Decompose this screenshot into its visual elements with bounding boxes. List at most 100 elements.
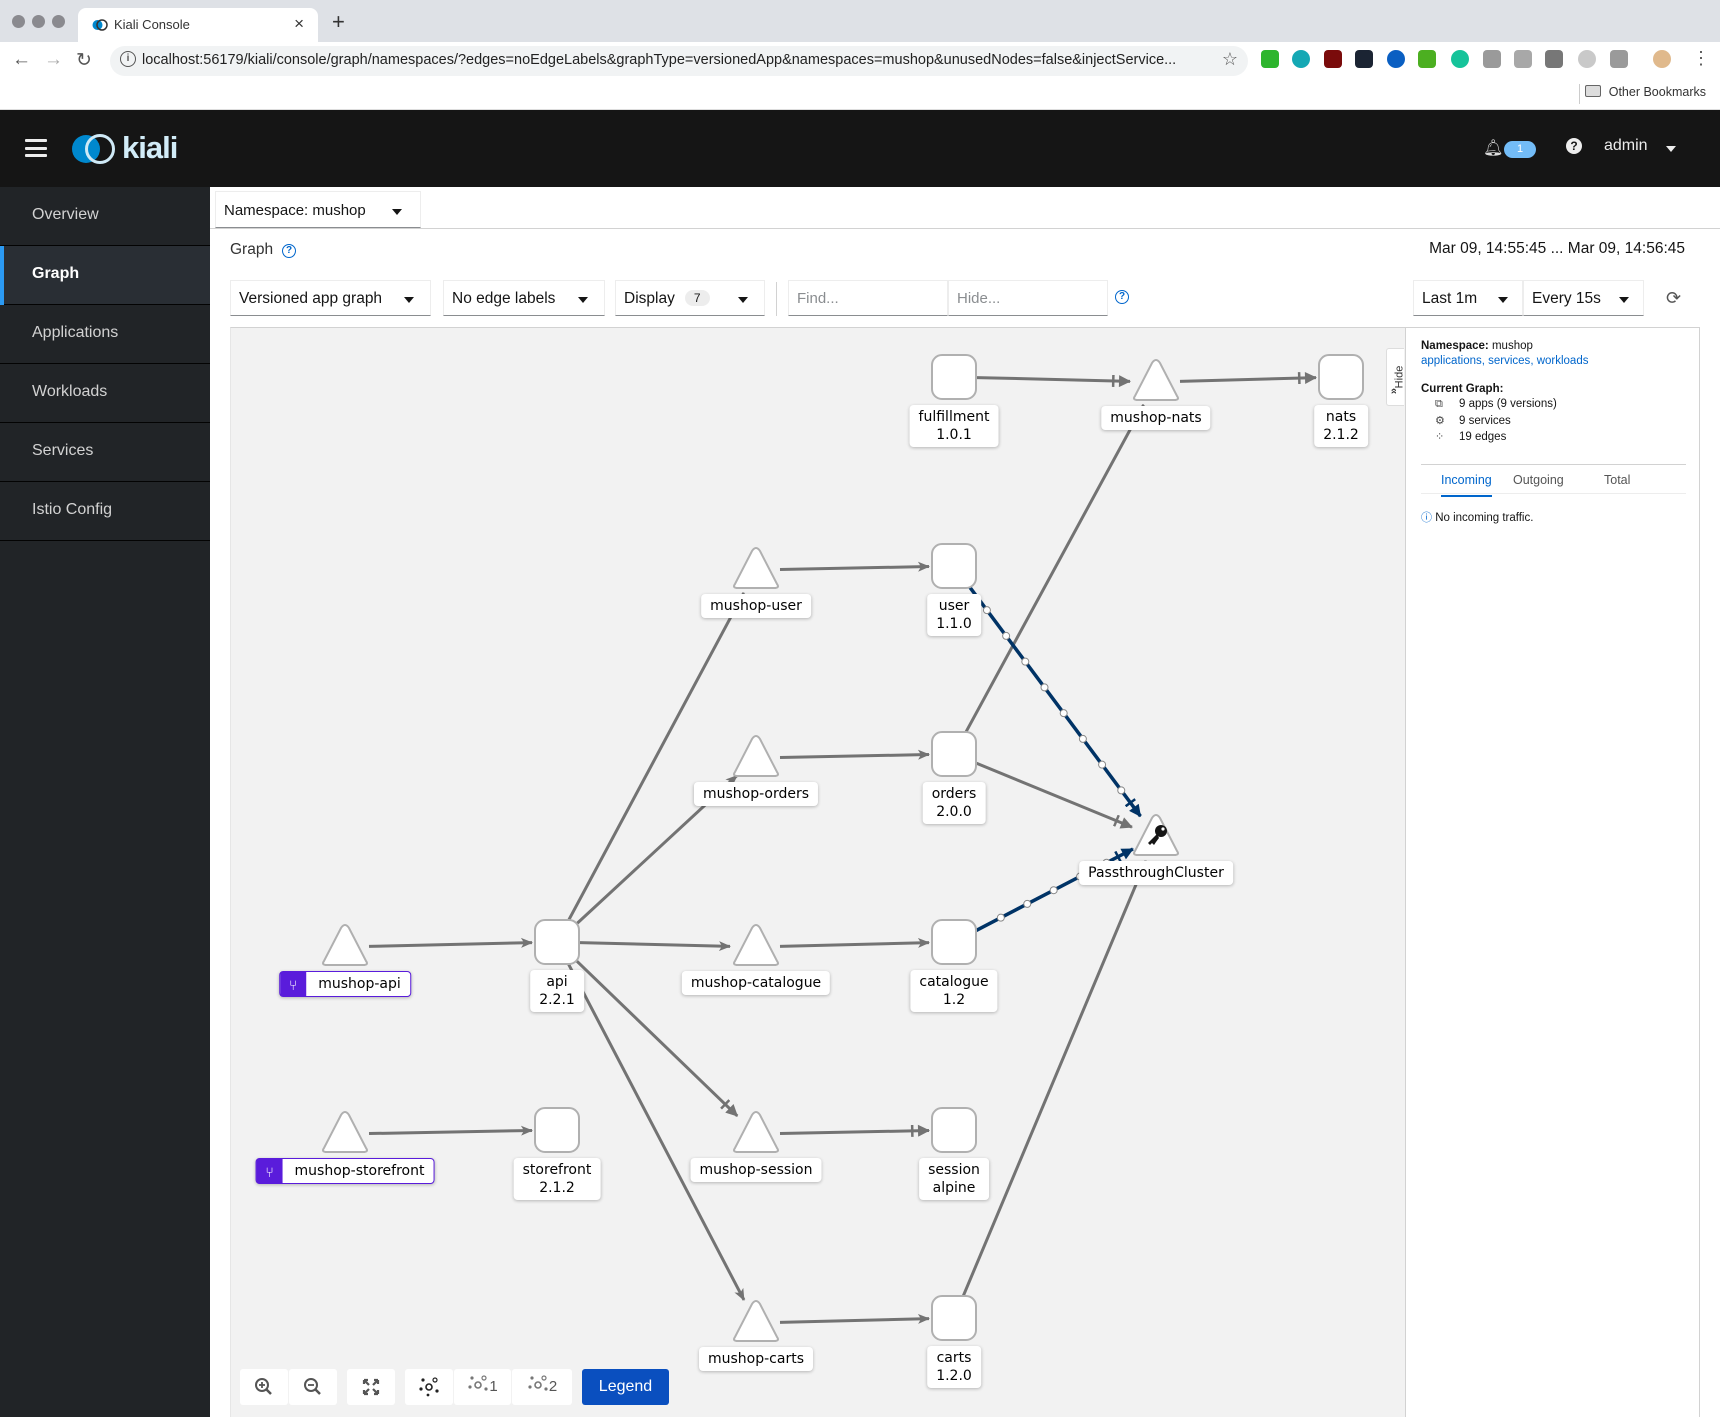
user-menu[interactable]: admin [1604,137,1648,155]
graph-edge[interactable] [579,941,732,952]
node-label[interactable]: mushop-user [701,594,811,618]
profile-avatar[interactable] [1653,50,1671,68]
browser-extension-icon[interactable] [1418,50,1436,68]
hide-panel-toggle[interactable]: Hide » [1386,348,1405,406]
browser-extension-icon[interactable] [1324,50,1342,68]
window-minimize-button[interactable] [32,15,45,28]
browser-extension-icon[interactable] [1451,50,1469,68]
other-bookmarks-button[interactable]: Other Bookmarks [1584,85,1706,99]
refresh-icon[interactable]: ⟳ [1666,288,1681,309]
browser-menu-icon[interactable]: ⋮ [1692,48,1710,69]
graph-canvas[interactable]: fulfillment 1.0.1 mushop-nats nats 2.1.2 mush… [230,327,1405,1417]
service-node[interactable] [1133,359,1179,401]
forward-icon[interactable]: → [44,49,63,71]
graph-edge[interactable] [779,749,931,760]
tab-outgoing[interactable]: Outgoing [1513,473,1564,487]
back-icon[interactable]: ← [12,49,31,71]
help-icon[interactable]: ? [1566,138,1582,154]
layout-1-button[interactable]: 1 [454,1369,511,1405]
display-dropdown[interactable]: Display 7 [615,280,765,316]
browser-extension-icon[interactable] [1483,50,1501,68]
graph-help-icon[interactable]: ? [282,244,296,258]
bookmark-star-icon[interactable]: ☆ [1222,49,1238,70]
find-input[interactable]: Find... [788,280,948,316]
node-label[interactable]: mushop-session [690,1158,822,1182]
browser-extension-icon[interactable] [1387,50,1405,68]
tab-close-icon[interactable]: × [294,14,304,34]
app-node[interactable] [931,731,977,777]
sidebar-item-istio-config[interactable]: Istio Config [0,482,210,541]
browser-tab[interactable]: Kiali Console × [78,8,318,42]
node-label[interactable]: fulfillment 1.0.1 [909,405,999,447]
service-node[interactable] [733,735,779,777]
notification-badge[interactable]: 1 [1504,141,1536,158]
graph-edge[interactable] [963,403,1145,735]
workloads-link[interactable]: workloads [1537,355,1589,367]
browser-extension-icon[interactable] [1292,50,1310,68]
app-node[interactable] [931,919,977,965]
browser-extension-icon[interactable] [1610,50,1628,68]
fit-to-screen-button[interactable] [347,1369,395,1405]
sidebar-item-services[interactable]: Services [0,423,210,482]
node-label[interactable]: api 2.2.1 [530,970,584,1012]
tab-total[interactable]: Total [1604,473,1630,487]
app-node[interactable] [931,543,977,589]
graph-edge[interactable] [779,1124,931,1137]
graph-edge[interactable] [976,374,1132,388]
app-node[interactable] [534,1107,580,1153]
edge-labels-dropdown[interactable]: No edge labels [443,280,605,316]
refresh-interval-dropdown[interactable]: Every 15s [1523,280,1644,316]
service-node[interactable] [322,1111,368,1153]
graph-edge[interactable] [368,1125,534,1136]
graph-edge[interactable] [368,937,534,948]
node-label[interactable]: orders 2.0.0 [922,782,986,824]
node-label[interactable]: session alpine [919,1158,989,1200]
app-node[interactable] [1318,354,1364,400]
tab-incoming[interactable]: Incoming [1441,473,1492,497]
window-close-button[interactable] [12,15,25,28]
app-node[interactable] [931,1295,977,1341]
sidebar-item-workloads[interactable]: Workloads [0,364,210,423]
node-label[interactable]: PassthroughCluster [1079,861,1233,885]
app-node[interactable] [534,919,580,965]
sidebar-item-overview[interactable]: Overview [0,187,210,246]
graph-edge[interactable] [779,937,931,948]
find-help-icon[interactable]: ? [1115,290,1129,304]
zoom-out-button[interactable] [289,1369,337,1405]
duration-dropdown[interactable]: Last 1m [1413,280,1523,316]
zoom-in-button[interactable] [240,1369,288,1405]
new-tab-button[interactable]: + [332,9,345,35]
url-field[interactable]: i localhost:56179/kiali/console/graph/na… [110,46,1248,76]
graph-type-dropdown[interactable]: Versioned app graph [230,280,431,316]
app-node[interactable] [931,1107,977,1153]
applications-link[interactable]: applications [1421,355,1482,367]
site-info-icon[interactable]: i [120,51,136,67]
legend-button[interactable]: Legend [582,1369,669,1405]
layout-default-button[interactable] [405,1369,453,1405]
user-caret-icon[interactable] [1666,146,1676,152]
sidebar-item-applications[interactable]: Applications [0,305,210,364]
kiali-logo[interactable]: kiali [72,130,192,166]
browser-extension-icon[interactable] [1578,50,1596,68]
node-label[interactable]: mushop-orders [693,782,819,806]
graph-edge[interactable] [779,1313,931,1324]
service-node[interactable] [322,924,368,966]
node-label[interactable]: nats 2.1.2 [1314,405,1368,447]
service-node[interactable] [733,547,779,589]
graph-edge[interactable] [566,961,746,1301]
node-label[interactable]: storefront 2.1.2 [513,1158,601,1200]
service-node[interactable] [733,924,779,966]
service-node[interactable] [733,1300,779,1342]
graph-edge[interactable] [1179,371,1318,385]
window-zoom-button[interactable] [52,15,65,28]
browser-extension-icon[interactable] [1545,50,1563,68]
services-link[interactable]: services [1488,355,1530,367]
node-label[interactable]: ⑂ mushop-api [279,971,411,997]
graph-edge[interactable] [566,592,746,923]
node-label[interactable]: catalogue 1.2 [910,970,998,1012]
node-label[interactable]: mushop-carts [699,1347,813,1371]
node-label[interactable]: carts 1.2.0 [927,1346,981,1388]
node-label[interactable]: user 1.1.0 [927,594,981,636]
node-label[interactable]: mushop-nats [1101,406,1211,430]
namespace-dropdown[interactable]: Namespace: mushop [215,191,421,228]
